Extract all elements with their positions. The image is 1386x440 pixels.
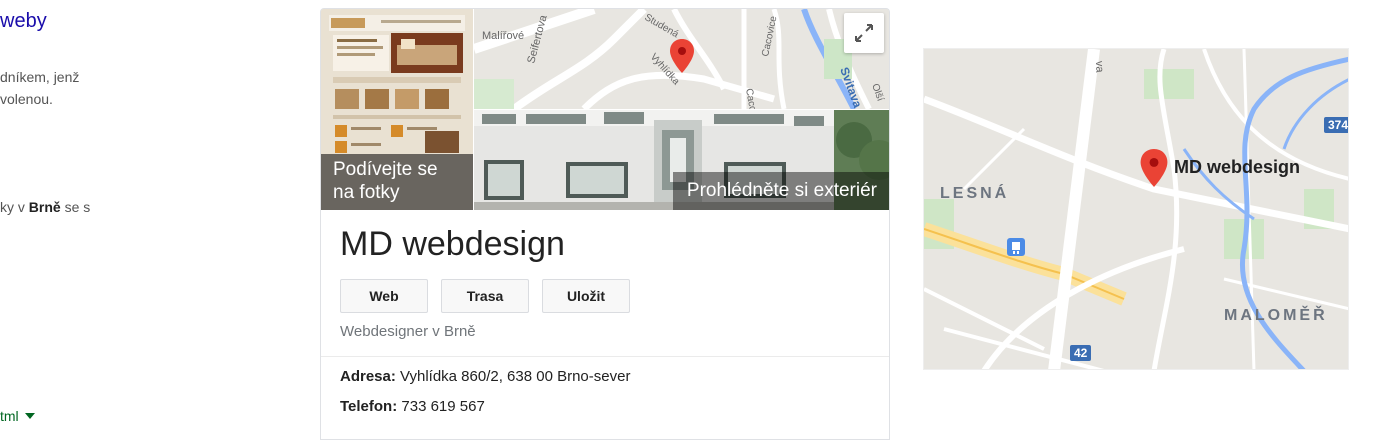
expand-map-button[interactable] — [844, 13, 884, 53]
snippet2-prefix: ky v — [0, 199, 29, 215]
exterior-tile[interactable]: Prohlédněte si exteriér — [474, 110, 889, 210]
address-label: Adresa: — [340, 368, 396, 385]
svg-text:Malířové: Malířové — [482, 30, 524, 42]
divider — [321, 356, 889, 357]
phone-value[interactable]: 733 619 567 — [397, 398, 484, 415]
business-title: MD webdesign — [340, 225, 565, 263]
result-snippet: dníkem, jenž volenou. — [0, 69, 80, 107]
result-url-text[interactable]: tml — [0, 408, 19, 424]
exterior-overlay-label[interactable]: Prohlédněte si exteriér — [672, 172, 889, 210]
map-district-malomerice: MALOMĚŘ — [1224, 307, 1328, 324]
directions-button[interactable]: Trasa — [441, 279, 529, 313]
expand-icon — [855, 24, 873, 42]
address-value[interactable]: Vyhlídka 860/2, 638 00 Brno-sever — [396, 368, 630, 385]
photos-tile[interactable]: Podívejte se na fotky — [321, 9, 473, 210]
result-title-link[interactable]: weby — [0, 10, 47, 33]
kp-media: Podívejte se na fotky Seifertova Malířov… — [321, 9, 889, 210]
business-category: Webdesigner v Brně — [340, 323, 476, 340]
address-row: Adresa: Vyhlídka 860/2, 638 00 Brno-seve… — [340, 368, 630, 385]
photos-overlay-label[interactable]: Podívejte se na fotky — [321, 154, 473, 210]
snippet2-bold: Brně — [28, 199, 61, 215]
result-url[interactable]: tml — [0, 408, 35, 424]
route-shield-374: 374 — [1324, 117, 1348, 133]
location-map[interactable]: va MD webdesign LESNÁ MALOMĚŘ 374 42 — [923, 48, 1349, 370]
save-button[interactable]: Uložit — [542, 279, 630, 313]
snippet2-suffix: se s — [60, 199, 91, 215]
map-district-lesna: LESNÁ — [940, 185, 1010, 202]
website-button[interactable]: Web — [340, 279, 428, 313]
result-snippet-2: ky v Brně se s — [0, 196, 90, 218]
svg-text:va: va — [1093, 61, 1105, 74]
phone-row: Telefon: 733 619 567 — [340, 398, 485, 415]
map-pin-icon — [670, 39, 694, 73]
mini-map-tile[interactable]: Seifertova Malířové Studená Vyhlídka Cac… — [474, 9, 889, 109]
tram-stop-icon — [1007, 238, 1025, 256]
map-pin-icon[interactable] — [1140, 149, 1168, 187]
map-place-label[interactable]: MD webdesign — [1174, 157, 1300, 178]
knowledge-panel: Podívejte se na fotky Seifertova Malířov… — [320, 8, 890, 440]
action-buttons: Web Trasa Uložit — [340, 279, 630, 313]
phone-label: Telefon: — [340, 398, 398, 415]
search-results-left: weby dníkem, jenž volenou. ky v Brně se … — [0, 0, 300, 435]
dropdown-triangle-icon[interactable] — [24, 413, 35, 419]
route-shield-42: 42 — [1070, 345, 1092, 361]
